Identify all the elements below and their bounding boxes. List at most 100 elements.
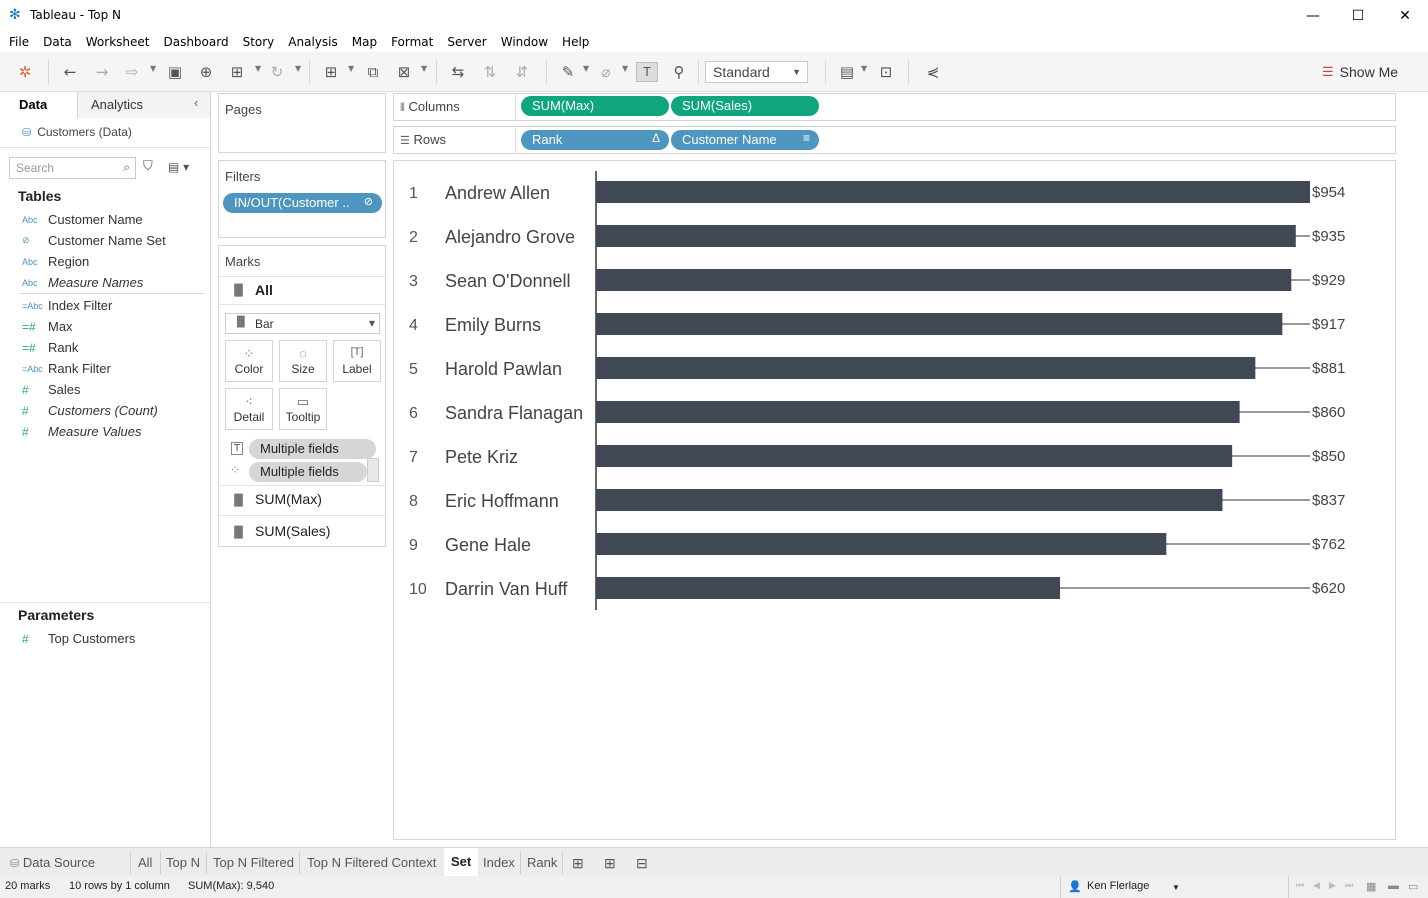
cards-icon[interactable]: ▤ (836, 62, 858, 82)
group-members-icon[interactable]: ⌀ (595, 62, 617, 82)
sheet-sorter-icon[interactable]: ▦ (1366, 880, 1376, 893)
size-button[interactable]: ◌ Size (279, 340, 327, 382)
field-item[interactable]: # Sales (0, 379, 210, 400)
status-rows: 10 rows by 1 column (69, 880, 170, 892)
show-mark-labels-icon[interactable]: T (636, 62, 658, 82)
refresh-icon[interactable]: ↻ (266, 62, 288, 82)
marks-all-label[interactable]: All (255, 282, 273, 298)
status-user[interactable]: Ken Flerlage (1087, 880, 1149, 892)
new-story-icon[interactable]: ⊟ (636, 855, 648, 872)
tab-index[interactable]: Index (483, 855, 515, 870)
tab-top-n[interactable]: Top N (166, 855, 200, 870)
dimension-icon: =Abc (22, 363, 43, 374)
fix-axes-icon[interactable]: ⚲ (668, 62, 690, 82)
row-pill-customer-name[interactable]: Customer Name ≡ (671, 130, 819, 150)
menu-format[interactable]: Format (391, 35, 433, 49)
menu-data[interactable]: Data (43, 35, 72, 49)
new-worksheet-icon[interactable]: ⊞ (572, 855, 584, 872)
marks-scrollbar[interactable] (367, 458, 379, 482)
clear-sheet-icon[interactable]: ⊠ (393, 62, 415, 82)
menu-dashboard[interactable]: Dashboard (163, 35, 228, 49)
undo-icon[interactable]: ← (59, 62, 81, 82)
datasource-item[interactable]: ⛁ Customers (Data) (22, 125, 132, 139)
new-worksheet-icon[interactable]: ⊞ (320, 62, 342, 82)
mark-field-pill-label[interactable]: Multiple fields (249, 439, 376, 459)
highlight-icon[interactable]: ✎ (557, 62, 579, 82)
field-item[interactable]: =Abc Rank Filter (0, 358, 210, 379)
fit-dropdown[interactable]: Standard ▼ (705, 61, 808, 83)
show-me-button[interactable]: ☰ Show Me (1322, 62, 1398, 82)
field-item[interactable]: =Abc Index Filter (0, 295, 210, 316)
save-icon[interactable]: ▣ (164, 62, 186, 82)
tabs-view-icon[interactable]: ▭ (1408, 880, 1418, 893)
pages-card[interactable]: Pages (218, 93, 386, 153)
filmstrip-icon[interactable]: ▬ (1388, 880, 1399, 892)
tab-rank[interactable]: Rank (527, 855, 557, 870)
menu-worksheet[interactable]: Worksheet (86, 35, 150, 49)
rows-shelf[interactable]: ☰ Rows Rank Δ Customer Name ≡ (393, 126, 1396, 154)
tab-top-n-filtered-context[interactable]: Top N Filtered Context (307, 855, 436, 870)
field-item[interactable]: =# Max (0, 316, 210, 337)
detail-button[interactable]: ⁖ Detail (225, 388, 273, 430)
field-item[interactable]: ⊘ Customer Name Set (0, 230, 210, 251)
field-item[interactable]: Abc Measure Names (0, 272, 210, 293)
sort-descending-icon[interactable]: ⇵ (511, 62, 533, 82)
tooltip-button[interactable]: ▭ Tooltip (279, 388, 327, 430)
menu-window[interactable]: Window (501, 35, 548, 49)
tab-all[interactable]: All (138, 855, 152, 870)
field-item[interactable]: # Customers (Count) (0, 400, 210, 421)
sort-ascending-icon[interactable]: ⇅ (479, 62, 501, 82)
maximize-button[interactable]: ☐ (1335, 0, 1381, 32)
new-datasource-icon[interactable]: ⊕ (195, 62, 217, 82)
next-sheet-icon[interactable]: ▶ (1329, 880, 1336, 891)
presentation-mode-icon[interactable]: ⊡ (875, 62, 897, 82)
column-pill-sum-sales[interactable]: SUM(Sales) (671, 96, 819, 116)
mark-field-pill-color[interactable]: Multiple fields (249, 462, 367, 482)
new-dashboard-icon[interactable]: ⊞ (604, 855, 616, 872)
color-button[interactable]: ⁘ Color (225, 340, 273, 382)
redo-icon[interactable]: → (91, 62, 113, 82)
menu-story[interactable]: Story (243, 35, 275, 49)
tab-set[interactable]: Set (444, 848, 479, 877)
tab-data[interactable]: Data (19, 97, 47, 112)
column-pill-sum-max[interactable]: SUM(Max) (521, 96, 669, 116)
pause-updates-icon[interactable]: ⊞ (226, 62, 248, 82)
tab-data-source[interactable]: ⛁ Data Source (10, 855, 95, 870)
prev-sheet-icon[interactable]: ◀ (1313, 880, 1320, 891)
mark-type-dropdown[interactable]: ▐▌ Bar ▼ (225, 313, 380, 334)
tab-top-n-filtered[interactable]: Top N Filtered (213, 855, 294, 870)
field-item[interactable]: =# Rank (0, 337, 210, 358)
columns-shelf[interactable]: ⦀ Columns SUM(Max) SUM(Sales) (393, 93, 1396, 121)
tab-analytics[interactable]: Analytics (91, 97, 143, 112)
chevron-down-icon[interactable]: ▼ (1172, 883, 1180, 892)
menu-server[interactable]: Server (447, 35, 486, 49)
filters-card[interactable]: Filters IN/OUT(Customer .. ⊘ (218, 160, 386, 238)
minimize-button[interactable]: — (1290, 0, 1336, 32)
close-button[interactable]: ✕ (1382, 0, 1428, 32)
replay-icon[interactable]: ⇨ (121, 62, 143, 82)
marks-sum-max[interactable]: SUM(Max) (255, 491, 322, 507)
menu-map[interactable]: Map (352, 35, 377, 49)
menu-file[interactable]: File (9, 35, 29, 49)
measure-icon: =# (22, 319, 36, 334)
duplicate-sheet-icon[interactable]: ⧉ (362, 62, 384, 82)
search-input[interactable]: Search ⌕ (9, 157, 136, 179)
first-sheet-icon[interactable]: ⏮ (1296, 880, 1304, 891)
filter-pill[interactable]: IN/OUT(Customer .. ⊘ (223, 193, 382, 213)
row-pill-rank[interactable]: Rank Δ (521, 130, 669, 150)
menu-help[interactable]: Help (562, 35, 589, 49)
menu-analysis[interactable]: Analysis (288, 35, 337, 49)
field-item[interactable]: # Measure Values (0, 421, 210, 442)
filter-icon[interactable]: ⛉ (143, 159, 153, 174)
view-options-icon[interactable]: ▤ ▾ (168, 160, 189, 174)
last-sheet-icon[interactable]: ⏭ (1345, 880, 1353, 891)
marks-sum-sales[interactable]: SUM(Sales) (255, 523, 330, 539)
field-item[interactable]: Abc Region (0, 251, 210, 272)
tableau-home-icon[interactable]: ✲ (14, 62, 36, 82)
label-button[interactable]: [T] Label (333, 340, 381, 382)
swap-rows-columns-icon[interactable]: ⇆ (447, 62, 469, 82)
share-icon[interactable]: ⋞ (922, 62, 944, 82)
parameter-top-customers[interactable]: # Top Customers (0, 628, 210, 649)
field-item[interactable]: Abc Customer Name (0, 209, 210, 230)
collapse-pane-icon[interactable]: ‹ (194, 95, 198, 110)
